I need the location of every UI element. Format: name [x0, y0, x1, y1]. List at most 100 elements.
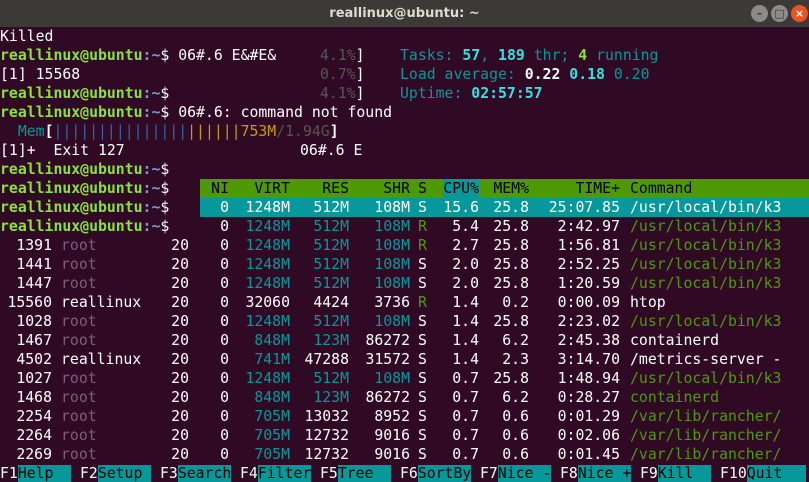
command-cell: /var/lib/rancher/ — [630, 408, 782, 425]
ni-cell: 0 — [220, 332, 229, 349]
load-average: Load average: 0.22 0.18 0.20 — [400, 65, 650, 84]
cpu-cell: 0.7 — [452, 408, 479, 425]
tasks-summary: Tasks: 57, 189 thr; 4 running — [400, 46, 658, 65]
prompt-path: :~ — [142, 180, 161, 197]
terminal-line: [1]+ Exit 127 — [0, 141, 125, 160]
close-button[interactable]: × — [791, 5, 808, 22]
state-cell: R — [418, 237, 427, 254]
prompt-symbol: $ — [160, 180, 170, 197]
res-cell: 512M — [313, 275, 349, 292]
state-cell: S — [418, 446, 427, 463]
mem-cell: 6.2 — [502, 332, 529, 349]
pid-cell: 1441 — [16, 256, 52, 273]
time-cell: 0:28.27 — [557, 389, 620, 406]
prompt-path: :~ — [142, 47, 161, 64]
time-cell: 0:02.06 — [557, 427, 620, 444]
mem-used: 753M — [240, 123, 277, 140]
column-header-virt: VIRT — [254, 180, 290, 197]
maximize-button[interactable]: □ — [771, 5, 788, 22]
terminal-line: reallinux@ubuntu:~$ — [0, 179, 169, 198]
prompt-path: :~ — [142, 218, 161, 235]
time-cell: 1:48.94 — [557, 370, 620, 387]
pid-cell: 1447 — [16, 275, 52, 292]
fkey-f3[interactable]: F3Search — [160, 465, 232, 482]
cpu-cell: 0.7 — [452, 389, 479, 406]
command-cell: /usr/local/bin/k3 — [630, 370, 782, 387]
fkey-f8[interactable]: F8Nice + — [560, 465, 632, 482]
fkey-f2[interactable]: F2Setup — [80, 465, 152, 482]
command-cell: containerd — [630, 389, 720, 406]
error-message: 06#.6: command not found — [178, 104, 393, 121]
cpu-cell: 0.7 — [452, 446, 479, 463]
virt-cell: 705M — [254, 408, 290, 425]
column-header-cpu: CPU% — [443, 179, 479, 198]
fkey-f1[interactable]: F1Help — [0, 465, 72, 482]
command-cell: /usr/local/bin/k3 — [630, 237, 782, 254]
fkey-number: F7 — [480, 465, 498, 482]
fkey-f6[interactable]: F6SortBy — [400, 465, 472, 482]
res-cell: 13032 — [304, 408, 349, 425]
ni-cell: 0 — [220, 313, 229, 330]
prompt-symbol: $ — [160, 47, 170, 64]
time-cell: 1:20.59 — [557, 275, 620, 292]
fkey-label: Setup — [97, 465, 152, 482]
minimize-button[interactable]: – — [751, 5, 768, 22]
running-count: 4 — [578, 47, 588, 64]
fkey-f9[interactable]: F9Kill — [640, 465, 712, 482]
virt-cell: 705M — [254, 446, 290, 463]
fkey-number: F4 — [240, 465, 258, 482]
prompt-symbol: $ — [160, 199, 170, 216]
command-cell: /var/lib/rancher/ — [630, 446, 782, 463]
pid-cell: 15560 — [7, 294, 52, 311]
ni-cell: 0 — [220, 389, 229, 406]
mem-cell: 25.8 — [493, 199, 529, 216]
mem-cell: 0.6 — [502, 427, 529, 444]
state-cell: S — [418, 332, 427, 349]
ni-cell: 0 — [220, 237, 229, 254]
command-cell: /usr/local/bin/k3 — [630, 256, 782, 273]
pri-cell: 20 — [171, 351, 189, 368]
fkey-number: F10 — [720, 465, 747, 482]
shr-cell: 108M — [374, 256, 410, 273]
virt-cell: 741M — [254, 351, 290, 368]
fkey-f10[interactable]: F10Quit — [720, 465, 807, 482]
cpu-cell: 1.4 — [452, 332, 479, 349]
res-cell: 4424 — [313, 294, 349, 311]
terminal-line: [1] 15568 — [0, 65, 80, 84]
mem-cell: 6.2 — [502, 389, 529, 406]
fkey-number: F2 — [80, 465, 98, 482]
column-header-res: RES — [322, 180, 349, 197]
cpu-percent: 4.1% — [320, 85, 356, 102]
pri-cell: 20 — [171, 332, 189, 349]
fkey-f4[interactable]: F4Filter — [240, 465, 312, 482]
fkey-f7[interactable]: F7Nice - — [480, 465, 552, 482]
command-cell: containerd — [630, 332, 720, 349]
prompt-user-host: reallinux@ubuntu — [0, 161, 143, 178]
shr-cell: 108M — [374, 275, 410, 292]
mem-cell: 25.8 — [493, 313, 529, 330]
cpu-cell: 2.0 — [452, 256, 479, 273]
terminal-area[interactable]: Killed reallinux@ubuntu:~$ 06#.6 E&#E& 4… — [0, 27, 809, 482]
threads-count: 189 — [498, 47, 525, 64]
cpu-cell: 2.0 — [452, 275, 479, 292]
load-15: 0.20 — [613, 66, 650, 83]
command-cell: /var/lib/rancher/ — [630, 427, 782, 444]
state-cell: S — [418, 313, 427, 330]
pid-cell: 1027 — [16, 370, 52, 387]
prompt-path: :~ — [142, 104, 161, 121]
prompt-user-host: reallinux@ubuntu — [0, 47, 143, 64]
mem-cell: 2.3 — [502, 351, 529, 368]
cpu-meter-value: 4.1%] — [320, 46, 365, 65]
res-cell: 512M — [313, 256, 349, 273]
fkey-f5[interactable]: F5Tree — [320, 465, 392, 482]
cpu-percent: 4.1% — [320, 47, 356, 64]
time-cell: 1:56.81 — [557, 237, 620, 254]
pid-cell: 2254 — [16, 408, 52, 425]
cpu-cell: 1.4 — [452, 351, 479, 368]
fkey-number: F8 — [560, 465, 578, 482]
pri-cell: 20 — [171, 294, 189, 311]
mem-label: Mem — [17, 123, 45, 140]
window-titlebar: reallinux@ubuntu: ~ – □ × — [0, 0, 809, 27]
time-cell: 25:07.85 — [548, 199, 620, 216]
user-cell: root — [61, 256, 97, 273]
